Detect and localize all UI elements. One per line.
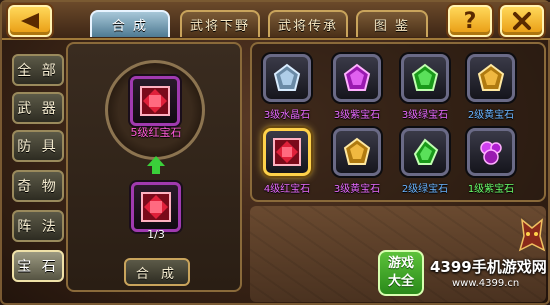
gem-label: 1级紫宝石 [467,184,515,195]
demon-mask-icon [518,218,546,252]
sidebar-item-label: 防 具 [17,139,59,155]
gem-label: 2级黄宝石 [467,110,515,121]
watermark-url: www.4399.cn [452,278,520,289]
sidebar-item-gem[interactable]: 宝 石 [12,250,64,282]
yellow-gem-icon [477,63,505,91]
gem-item-purple-1[interactable]: 1级紫宝石 [462,128,520,198]
result-slot[interactable] [130,76,180,126]
up-arrow-icon [147,156,165,166]
gem-slot[interactable] [263,54,311,102]
result-gem-label: 5级红宝石 [130,126,182,139]
blue-crystal-icon [273,63,301,91]
tab-inherit-general-label: 武将传承 [277,19,338,34]
close-button[interactable] [500,5,544,37]
gem-item-green-3[interactable]: 3级绿宝石 [396,54,454,124]
tab-synthesis[interactable]: 合 成 [90,10,170,37]
sidebar-item-weapon[interactable]: 武 器 [12,92,64,124]
compose-button-label: 合 成 [135,266,179,282]
tab-codex-label: 图 鉴 [373,19,411,34]
red-ruby-icon [140,86,170,116]
watermark-badge-line1: 游戏 [387,256,414,271]
watermark-badge: 游戏 大全 [378,250,424,296]
sidebar-item-label: 奇 物 [17,179,59,195]
sidebar-item-label: 宝 石 [17,259,59,275]
watermark-badge-line2: 大全 [387,274,414,289]
gem-item-green-2[interactable]: 2级绿宝石 [396,128,454,198]
back-button[interactable] [8,5,52,37]
sidebar-item-label: 全 部 [17,63,59,79]
help-button[interactable]: ? [448,5,492,37]
gem-label: 3级紫宝石 [333,110,381,121]
gem-label: 3级绿宝石 [401,110,449,121]
green-gem-icon [411,63,439,91]
tab-dismiss-general[interactable]: 武将下野 [180,10,260,37]
tab-synthesis-label: 合 成 [111,19,149,34]
gem-slot[interactable] [333,54,381,102]
sidebar-item-label: 武 器 [17,101,59,117]
gem-label: 3级黄宝石 [333,184,381,195]
gem-slot[interactable] [263,128,311,176]
sidebar-item-label: 阵 法 [17,219,59,235]
sidebar-item-armor[interactable]: 防 具 [12,130,64,162]
back-arrow-icon [21,13,39,29]
close-icon [513,12,531,30]
gem-label: 3级水晶石 [263,110,311,121]
game-window: 合 成 武将下野 武将传承 图 鉴 ? 全 部 武 器 防 具 奇 物 阵 法 … [0,0,550,305]
gem-item-red-4[interactable]: 4级红宝石 [258,128,316,198]
green-gem-icon [413,138,439,165]
sidebar-item-all[interactable]: 全 部 [12,54,64,86]
gem-slot[interactable] [401,128,449,176]
yellow-gem-icon [343,137,371,165]
gem-slot[interactable] [401,54,449,102]
watermark-title: 4399手机游戏网 [430,258,547,276]
up-arrow-stem [152,166,160,174]
material-count: 1/3 [147,228,165,241]
material-slot[interactable] [131,182,181,232]
gem-slot[interactable] [467,128,515,176]
tab-codex[interactable]: 图 鉴 [356,10,428,37]
gem-slot[interactable] [333,128,381,176]
help-label: ? [463,8,477,34]
tab-inherit-general[interactable]: 武将传承 [268,10,348,37]
compose-button[interactable]: 合 成 [124,258,190,286]
gem-item-yellow-3[interactable]: 3级黄宝石 [328,128,386,198]
red-ruby-icon [141,192,171,222]
sidebar-item-treasure[interactable]: 奇 物 [12,170,64,202]
tab-dismiss-general-label: 武将下野 [189,19,250,34]
gem-label: 2级绿宝石 [401,184,449,195]
sidebar-item-formation[interactable]: 阵 法 [12,210,64,242]
gem-slot[interactable] [467,54,515,102]
gem-item-purple-3[interactable]: 3级紫宝石 [328,54,386,124]
purple-gem-icon [343,63,371,91]
gem-label: 4级红宝石 [263,184,311,195]
red-ruby-icon [273,138,301,166]
gem-item-yellow-2[interactable]: 2级黄宝石 [462,54,520,124]
purple-gem-icon [480,141,502,165]
gem-item-crystal-3[interactable]: 3级水晶石 [258,54,316,124]
